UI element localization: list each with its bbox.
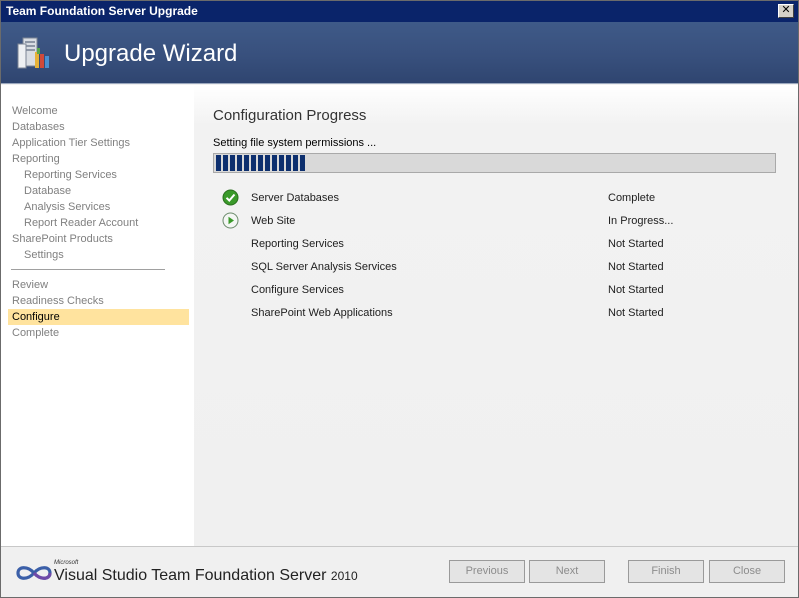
- nav-item-welcome[interactable]: Welcome: [8, 103, 189, 119]
- task-name: SQL Server Analysis Services: [251, 261, 397, 273]
- progress-segment: [272, 155, 277, 171]
- nav-item-analysis-services[interactable]: Analysis Services: [8, 199, 189, 215]
- task-status: Not Started: [608, 261, 664, 273]
- task-row: Server Databases Complete: [219, 189, 779, 209]
- task-status: Not Started: [608, 284, 664, 296]
- progress-status-text: Setting file system permissions ...: [213, 137, 377, 149]
- progress-segment: [265, 155, 270, 171]
- nav-item-reporting[interactable]: Reporting: [8, 151, 189, 167]
- window-title: Team Foundation Server Upgrade: [6, 4, 198, 18]
- nav-item-settings[interactable]: Settings: [8, 247, 189, 263]
- nav-item-readiness-checks[interactable]: Readiness Checks: [8, 293, 189, 309]
- previous-button[interactable]: Previous: [449, 560, 525, 583]
- title-bar: Team Foundation Server Upgrade ✕: [1, 1, 798, 22]
- check-circle-icon: [222, 189, 239, 206]
- nav-item-reporting-services[interactable]: Reporting Services: [8, 167, 189, 183]
- server-wizard-icon: [17, 37, 49, 69]
- main-panel: Configuration Progress Setting file syst…: [194, 85, 798, 546]
- brand-name: Visual Studio Team Foundation Server 201…: [54, 567, 358, 585]
- page-title: Configuration Progress: [213, 107, 367, 124]
- task-row: SQL Server Analysis Services Not Started: [219, 258, 779, 278]
- progress-segment: [286, 155, 291, 171]
- nav-item-application-tier[interactable]: Application Tier Settings: [8, 135, 189, 151]
- brand-year: 2010: [330, 569, 358, 583]
- wizard-footer: Microsoft Visual Studio Team Foundation …: [1, 546, 798, 597]
- progress-segment: [293, 155, 298, 171]
- brand-name-text: Visual Studio Team Foundation Server: [54, 567, 327, 584]
- close-button[interactable]: Close: [709, 560, 785, 583]
- wizard-title: Upgrade Wizard: [64, 40, 238, 67]
- finish-button[interactable]: Finish: [628, 560, 704, 583]
- progress-segment: [216, 155, 221, 171]
- task-row: SharePoint Web Applications Not Started: [219, 304, 779, 324]
- task-row: Reporting Services Not Started: [219, 235, 779, 255]
- nav-item-configure[interactable]: Configure: [8, 309, 189, 325]
- wizard-nav: Welcome Databases Application Tier Setti…: [1, 85, 194, 546]
- next-button[interactable]: Next: [529, 560, 605, 583]
- visual-studio-infinity-icon: [16, 566, 52, 580]
- progress-segment: [237, 155, 242, 171]
- task-status: Not Started: [608, 238, 664, 250]
- progress-segment: [258, 155, 263, 171]
- task-name: Reporting Services: [251, 238, 344, 250]
- nav-item-complete[interactable]: Complete: [8, 325, 189, 341]
- task-status: Complete: [608, 192, 656, 204]
- task-status: Not Started: [608, 307, 664, 319]
- progress-segment: [300, 155, 305, 171]
- brand-microsoft: Microsoft: [54, 560, 79, 566]
- task-name: Configure Services: [251, 284, 344, 296]
- wizard-header: Upgrade Wizard: [1, 22, 798, 84]
- nav-item-databases[interactable]: Databases: [8, 119, 189, 135]
- progress-bar-fill: [215, 155, 305, 171]
- task-row: Configure Services Not Started: [219, 281, 779, 301]
- progress-segment: [223, 155, 228, 171]
- task-status: In Progress...: [608, 215, 674, 227]
- nav-item-review[interactable]: Review: [8, 277, 189, 293]
- progress-segment: [244, 155, 249, 171]
- nav-item-database[interactable]: Database: [8, 183, 189, 199]
- task-name: SharePoint Web Applications: [251, 307, 393, 319]
- progress-bar: [213, 153, 776, 173]
- wizard-window: Team Foundation Server Upgrade ✕ Upgrade…: [0, 0, 799, 598]
- close-icon[interactable]: ✕: [778, 4, 794, 18]
- task-name: Server Databases: [251, 192, 340, 204]
- progress-segment: [230, 155, 235, 171]
- nav-divider: [11, 269, 165, 270]
- progress-segment: [279, 155, 284, 171]
- task-row: Web Site In Progress...: [219, 212, 779, 232]
- task-name: Web Site: [251, 215, 296, 227]
- play-circle-icon: [222, 212, 239, 229]
- nav-item-sharepoint-products[interactable]: SharePoint Products: [8, 231, 189, 247]
- nav-item-report-reader-account[interactable]: Report Reader Account: [8, 215, 189, 231]
- progress-segment: [251, 155, 256, 171]
